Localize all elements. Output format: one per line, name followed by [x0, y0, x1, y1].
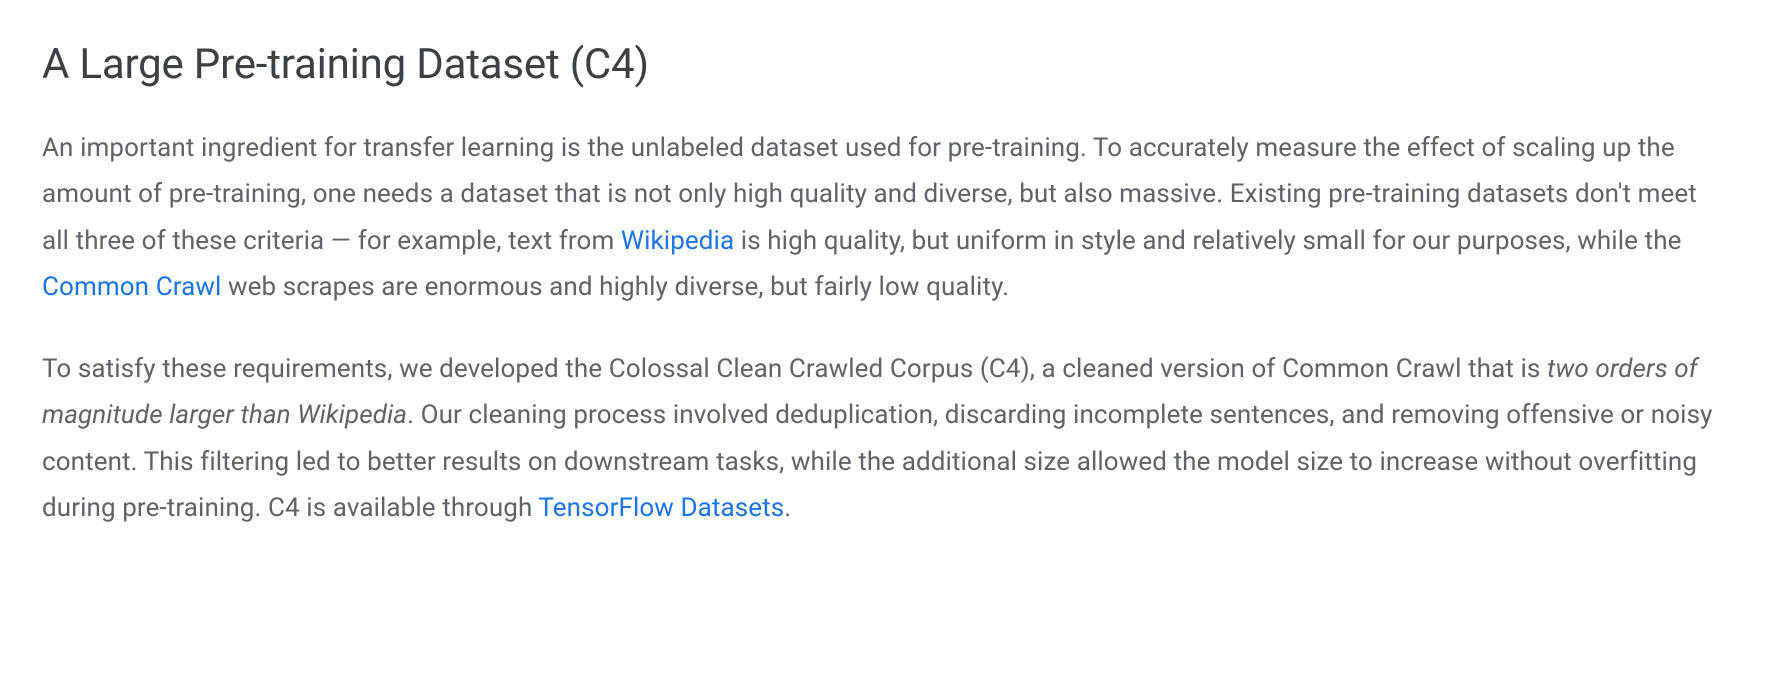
text-run: is high quality, but uniform in style an… — [734, 226, 1681, 256]
link-wikipedia[interactable]: Wikipedia — [621, 226, 734, 256]
text-run: To satisfy these requirements, we develo… — [42, 354, 1547, 384]
text-run: web scrapes are enormous and highly dive… — [221, 272, 1009, 302]
paragraph-2: To satisfy these requirements, we develo… — [42, 346, 1726, 531]
text-run: . — [784, 493, 791, 523]
paragraph-1: An important ingredient for transfer lea… — [42, 125, 1726, 310]
section-heading: A Large Pre-training Dataset (C4) — [42, 40, 1726, 89]
link-common-crawl[interactable]: Common Crawl — [42, 272, 221, 302]
link-tensorflow-datasets[interactable]: TensorFlow Datasets — [538, 493, 784, 523]
